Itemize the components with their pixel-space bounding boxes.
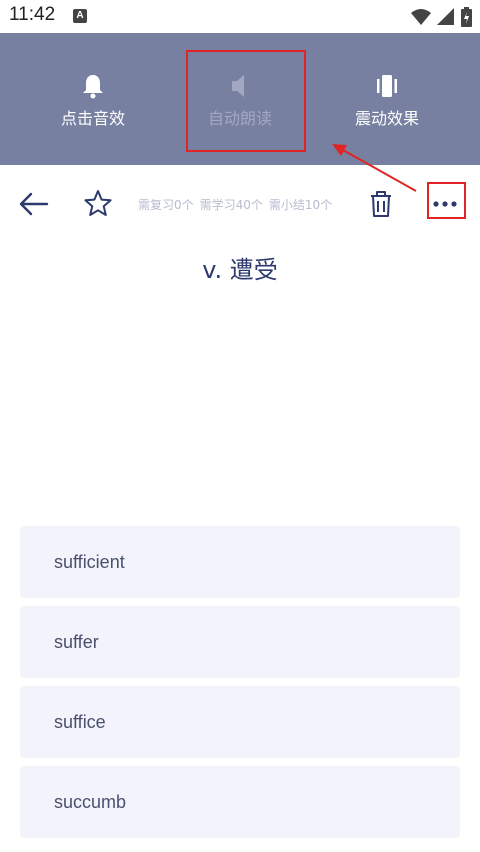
status-icons [411,6,472,28]
highlight-box-more [427,182,466,219]
back-arrow-icon[interactable] [17,187,51,221]
choice-option[interactable]: suffer [20,606,460,678]
signal-icon [437,8,454,25]
click-sound-label: 点击音效 [60,109,125,128]
wifi-icon [411,9,431,25]
trash-icon[interactable] [364,187,398,221]
learn-count: 需学习40个 [199,198,263,212]
bell-icon [83,75,103,99]
toolbar: 需复习0个 需学习40个 需小结10个 [0,165,480,245]
choice-list: sufficient suffer suffice succumb [20,526,460,846]
click-sound-option[interactable]: 点击音效 [13,33,173,165]
battery-icon [461,7,472,27]
notification-a-icon: A [73,9,87,23]
status-time: 11:42 [9,4,56,25]
choice-option[interactable]: succumb [20,766,460,838]
summary-count: 需小结10个 [268,198,333,212]
star-icon[interactable] [81,187,115,221]
vibration-label: 震动效果 [354,109,419,128]
highlight-box-auto-read [186,50,306,152]
status-bar: 11:42 A [0,0,480,33]
vibration-option[interactable]: 震动效果 [307,33,467,165]
review-count: 需复习0个 [138,198,194,212]
question-word: v. 遭受 [202,256,278,284]
progress-counts: 需复习0个 需学习40个 需小结10个 [138,196,338,213]
choice-option[interactable]: sufficient [20,526,460,598]
choice-option[interactable]: suffice [20,686,460,758]
vibrate-icon [377,75,397,97]
